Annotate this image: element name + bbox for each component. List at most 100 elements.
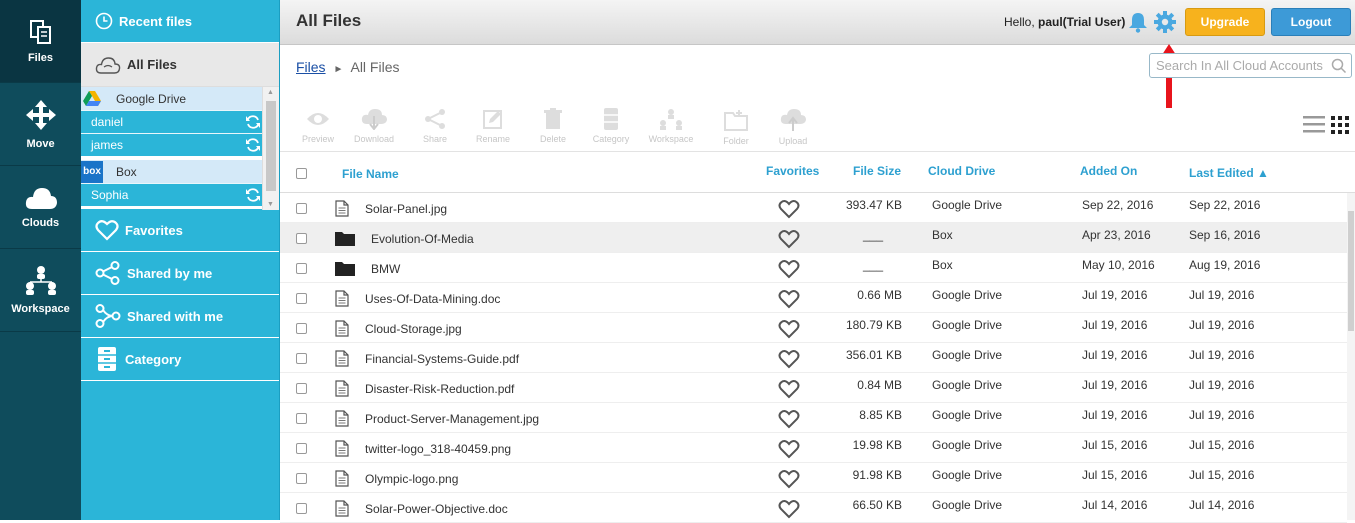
row-checkbox[interactable] (296, 503, 307, 514)
favorite-heart-icon[interactable] (778, 499, 800, 522)
file-name[interactable]: Uses-Of-Data-Mining.doc (365, 292, 500, 306)
workspace-button[interactable]: Workspace (641, 108, 701, 144)
breadcrumb-files-link[interactable]: Files (296, 59, 326, 75)
favorite-heart-icon[interactable] (778, 199, 800, 222)
account-sophia[interactable]: Sophia (81, 183, 263, 206)
select-all-checkbox[interactable] (296, 168, 307, 179)
rail-item-move[interactable]: Move (0, 83, 81, 166)
favorite-heart-icon[interactable] (778, 379, 800, 402)
upgrade-button[interactable]: Upgrade (1185, 8, 1265, 36)
tree-scrollbar[interactable]: ▲ ▼ (262, 87, 279, 210)
row-checkbox[interactable] (296, 413, 307, 424)
sidebar-item-all-files[interactable]: All Files (81, 43, 279, 86)
file-name[interactable]: Product-Server-Management.jpg (365, 412, 539, 426)
sidebar-item-label: Shared by me (127, 265, 213, 281)
category-button[interactable]: Category (581, 108, 641, 144)
list-view-icon[interactable] (1303, 114, 1325, 134)
row-checkbox[interactable] (296, 383, 307, 394)
row-checkbox[interactable] (296, 353, 307, 364)
favorite-heart-icon[interactable] (778, 229, 800, 252)
tool-label: Rename (475, 134, 511, 144)
download-button[interactable]: Download (344, 108, 404, 144)
table-row[interactable]: Financial-Systems-Guide.pdf 356.01 KB Goog… (280, 343, 1347, 373)
file-name[interactable]: Solar-Power-Objective.doc (365, 502, 508, 516)
file-name[interactable]: Disaster-Risk-Reduction.pdf (365, 382, 514, 396)
column-cloud-drive[interactable]: Cloud Drive (928, 164, 995, 178)
file-name[interactable]: twitter-logo_318-40459.png (365, 442, 511, 456)
file-name[interactable]: Olympic-logo.png (365, 472, 458, 486)
table-scrollbar[interactable] (1347, 193, 1355, 520)
sync-icon[interactable] (245, 114, 261, 130)
column-favorites[interactable]: Favorites (766, 164, 819, 178)
rail-item-files[interactable]: Files (0, 0, 81, 83)
file-name[interactable]: BMW (371, 262, 400, 276)
sync-icon[interactable] (245, 137, 261, 153)
scroll-up-icon[interactable]: ▲ (267, 89, 274, 96)
sidebar-item-category[interactable]: Category (81, 338, 279, 381)
table-row[interactable]: Olympic-logo.png 91.98 KB Google Drive Jul … (280, 463, 1347, 493)
table-row[interactable]: Cloud-Storage.jpg 180.79 KB Google Drive Ju… (280, 313, 1347, 343)
file-name[interactable]: Evolution-Of-Media (371, 232, 474, 246)
scroll-thumb[interactable] (266, 101, 276, 191)
logout-button[interactable]: Logout (1271, 8, 1351, 36)
table-row[interactable]: twitter-logo_318-40459.png 19.98 KB Google… (280, 433, 1347, 463)
favorite-heart-icon[interactable] (778, 259, 800, 282)
search-input[interactable] (1149, 53, 1352, 78)
row-checkbox[interactable] (296, 203, 307, 214)
favorite-heart-icon[interactable] (778, 409, 800, 432)
favorite-heart-icon[interactable] (778, 439, 800, 462)
row-checkbox[interactable] (296, 473, 307, 484)
delete-button[interactable]: Delete (523, 108, 583, 144)
table-row[interactable]: Uses-Of-Data-Mining.doc 0.66 MB Google Dri… (280, 283, 1347, 313)
sync-icon[interactable] (245, 187, 261, 203)
sidebar-item-favorites[interactable]: Favorites (81, 209, 279, 252)
table-row[interactable]: Solar-Panel.jpg 393.47 KB Google Drive Sep … (280, 193, 1347, 223)
favorite-heart-icon[interactable] (778, 469, 800, 492)
new-folder-button[interactable]: Folder (706, 108, 766, 146)
last-edited: Sep 22, 2016 (1189, 198, 1261, 212)
gear-icon[interactable] (1153, 10, 1177, 34)
row-checkbox[interactable] (296, 323, 307, 334)
row-checkbox[interactable] (296, 443, 307, 454)
scroll-thumb[interactable] (1348, 211, 1354, 331)
column-file-name[interactable]: File Name (342, 167, 399, 181)
favorite-heart-icon[interactable] (778, 319, 800, 342)
drive-box[interactable]: box Box (81, 160, 263, 183)
upload-button[interactable]: Upload (763, 108, 823, 146)
drive-google-drive[interactable]: Google Drive (81, 87, 263, 110)
rail-item-clouds[interactable]: Clouds (0, 166, 81, 249)
file-name[interactable]: Solar-Panel.jpg (365, 202, 447, 216)
share-button[interactable]: Share (405, 108, 465, 144)
column-last-edited[interactable]: Last Edited ▲ (1189, 166, 1269, 180)
folder-add-icon (724, 110, 748, 131)
rename-button[interactable]: Rename (463, 108, 523, 144)
table-row[interactable]: BMW ___ Box May 10, 2016 Aug 19, 2016 (280, 253, 1347, 283)
table-row[interactable]: Evolution-Of-Media ___ Box Apr 23, 2016 Sep … (280, 223, 1347, 253)
file-size: 0.66 MB (857, 288, 902, 302)
favorite-heart-icon[interactable] (778, 289, 800, 312)
row-checkbox[interactable] (296, 263, 307, 274)
column-file-size[interactable]: File Size (853, 164, 901, 178)
favorite-heart-icon[interactable] (778, 349, 800, 372)
account-daniel[interactable]: daniel (81, 110, 263, 133)
file-name[interactable]: Cloud-Storage.jpg (365, 322, 462, 336)
cloud-drive: Google Drive (932, 288, 1003, 302)
file-name[interactable]: Financial-Systems-Guide.pdf (365, 352, 519, 366)
table-row[interactable]: Solar-Power-Objective.doc 66.50 KB Google … (280, 493, 1347, 523)
bell-icon[interactable] (1128, 11, 1148, 33)
preview-button[interactable]: Preview (288, 108, 348, 144)
sidebar-item-shared-by-me[interactable]: Shared by me (81, 252, 279, 295)
column-added-on[interactable]: Added On (1080, 164, 1137, 178)
grid-view-icon[interactable] (1331, 114, 1351, 134)
table-row[interactable]: Product-Server-Management.jpg 8.85 KB Goog… (280, 403, 1347, 433)
account-james[interactable]: james (81, 133, 263, 156)
row-checkbox[interactable] (296, 293, 307, 304)
row-checkbox[interactable] (296, 233, 307, 244)
sidebar-item-recent-files[interactable]: Recent files (81, 0, 279, 43)
share-icon (425, 109, 445, 129)
search-icon[interactable] (1331, 58, 1347, 74)
rail-item-workspace[interactable]: Workspace (0, 249, 81, 332)
scroll-down-icon[interactable]: ▼ (267, 201, 274, 208)
table-row[interactable]: Disaster-Risk-Reduction.pdf 0.84 MB Google… (280, 373, 1347, 403)
sidebar-item-shared-with-me[interactable]: Shared with me (81, 295, 279, 338)
